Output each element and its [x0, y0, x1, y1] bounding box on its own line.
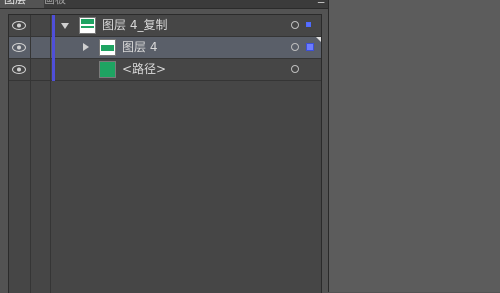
thumbnail-shape [81, 19, 94, 24]
layer-color-bar [52, 37, 55, 59]
canvas-area [329, 0, 500, 292]
layer-row[interactable]: 图层 4 [9, 37, 321, 59]
selection-indicator-icon[interactable] [306, 22, 311, 27]
layer-thumbnail [79, 17, 96, 34]
tab-layers[interactable]: 图层 [0, 0, 44, 8]
eye-icon [12, 21, 26, 30]
layer-name: <路径> [122, 62, 167, 76]
layer-name: 图层 4 [122, 40, 158, 54]
selection-indicator-icon[interactable] [306, 43, 314, 51]
layer-thumbnail [99, 39, 116, 56]
layers-panel: 图层 画板 ☰ 图层 4_复制 [0, 0, 328, 293]
thumbnail-shape [81, 26, 94, 28]
lock-column [31, 81, 51, 293]
visibility-toggle[interactable] [9, 37, 31, 58]
eye-icon [12, 65, 26, 74]
lock-toggle[interactable] [31, 37, 51, 58]
panel-menu-icon[interactable]: ☰ [316, 0, 326, 6]
path-thumbnail [99, 61, 116, 78]
layer-row[interactable]: <路径> [9, 59, 321, 81]
thumbnail-shape [101, 45, 114, 51]
layer-color-bar [52, 15, 55, 37]
chevron-right-icon[interactable] [82, 43, 90, 51]
visibility-toggle[interactable] [9, 15, 31, 36]
lock-toggle[interactable] [31, 15, 51, 36]
panel-tab-bar: 图层 画板 ☰ [0, 0, 328, 9]
chevron-down-icon[interactable] [61, 22, 69, 30]
eye-icon [12, 43, 26, 52]
eye-column [9, 81, 31, 293]
layer-color-bar [52, 59, 55, 81]
target-circle-icon[interactable] [291, 65, 299, 73]
layers-list: 图层 4_复制 图层 4 <路径> [8, 14, 322, 293]
target-circle-icon[interactable] [291, 21, 299, 29]
corner-marker-icon [314, 37, 321, 44]
lock-toggle[interactable] [31, 59, 51, 80]
target-circle-icon[interactable] [291, 43, 299, 51]
tab-artboards[interactable]: 画板 [40, 0, 84, 8]
layer-name: 图层 4_复制 [102, 18, 168, 32]
visibility-toggle[interactable] [9, 59, 31, 80]
layer-row[interactable]: 图层 4_复制 [9, 15, 321, 37]
